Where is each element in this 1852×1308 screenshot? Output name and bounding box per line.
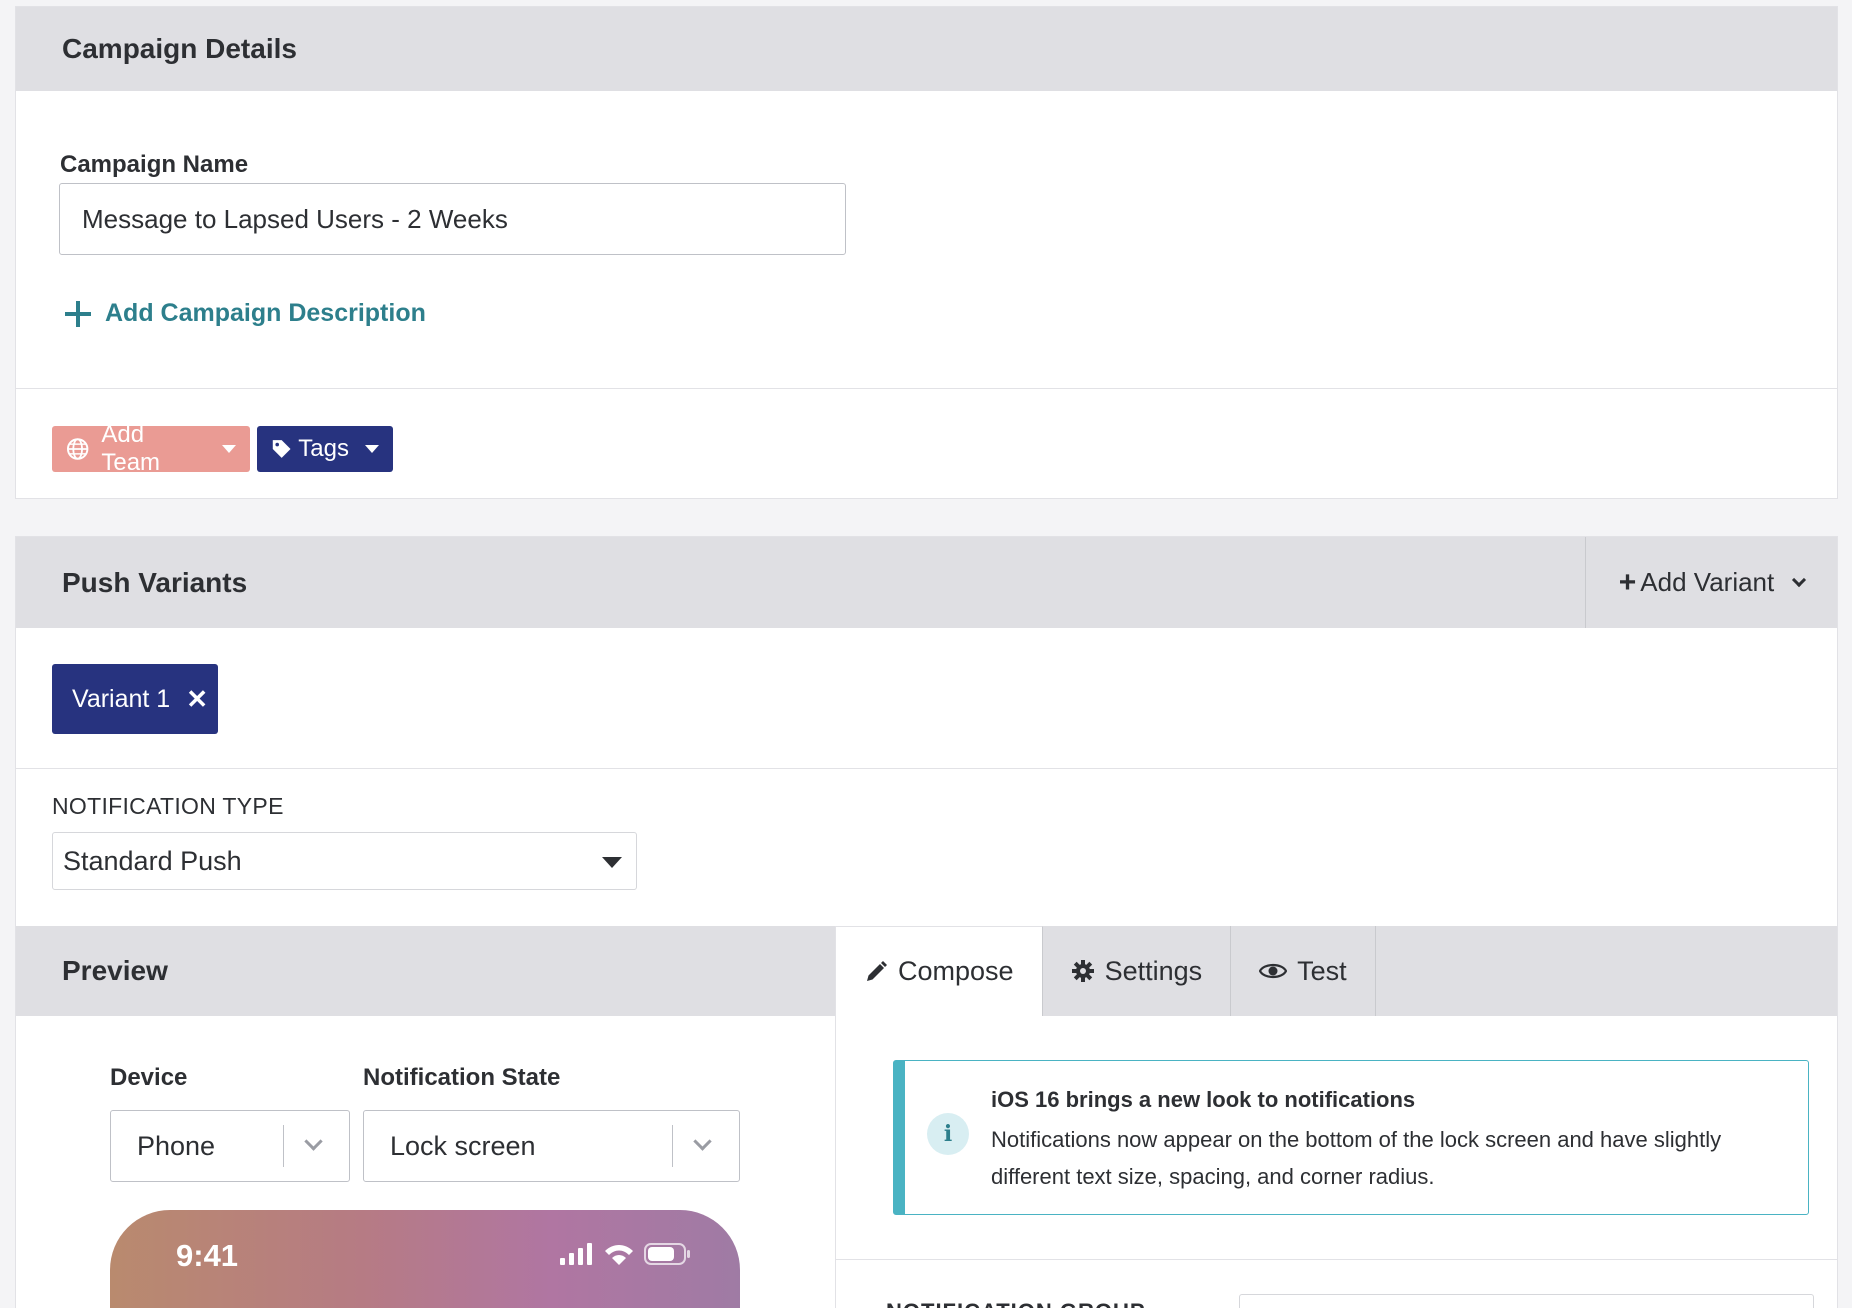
add-variant-button[interactable]: + Add Variant: [1585, 537, 1837, 628]
divider: [835, 1016, 836, 1308]
device-label: Device: [110, 1064, 188, 1091]
notification-state-value: Lock screen: [390, 1130, 536, 1161]
close-icon[interactable]: ✕: [186, 684, 208, 715]
caret-down-icon: [222, 445, 236, 453]
phone-time: 9:41: [176, 1238, 239, 1273]
caret-down-icon: [602, 857, 622, 868]
variant-chip[interactable]: Variant 1 ✕: [52, 664, 218, 734]
ios16-info-callout: i iOS 16 brings a new look to notificati…: [893, 1060, 1809, 1215]
caret-down-icon: [365, 445, 379, 453]
add-team-label: Add Team: [101, 421, 161, 476]
compose-tabs: Compose Settings Test: [835, 926, 1837, 1016]
variant-chip-label: Variant 1: [72, 684, 171, 713]
add-variant-label: Add Variant: [1640, 567, 1775, 597]
gear-icon: [1071, 960, 1094, 982]
notification-type-value: Standard Push: [63, 845, 242, 876]
notification-type-select[interactable]: Standard Push: [52, 832, 637, 890]
tab-compose-label: Compose: [898, 956, 1014, 986]
battery-icon: [644, 1243, 690, 1265]
info-icon: i: [927, 1113, 969, 1155]
notification-state-label: Notification State: [363, 1064, 561, 1091]
info-body: Notifications now appear on the bottom o…: [991, 1127, 1722, 1189]
tag-icon: [272, 440, 291, 458]
add-campaign-description-label: Add Campaign Description: [105, 299, 426, 327]
notification-group-input[interactable]: [1239, 1294, 1814, 1308]
phone-status-bar: [560, 1242, 692, 1266]
tab-settings[interactable]: Settings: [1043, 926, 1232, 1016]
tab-settings-label: Settings: [1104, 955, 1203, 986]
tags-button[interactable]: Tags: [257, 426, 393, 472]
preview-header: Preview: [16, 926, 835, 1016]
plus-icon: [65, 300, 91, 327]
push-variants-card: Push Variants + Add Variant Variant 1 ✕ …: [15, 536, 1838, 1308]
campaign-name-input[interactable]: Message to Lapsed Users - 2 Weeks: [59, 183, 846, 255]
campaign-details-card: Campaign Details Campaign Name Message t…: [15, 6, 1838, 499]
campaign-details-header: Campaign Details: [16, 7, 1837, 91]
campaign-name-label: Campaign Name: [60, 151, 249, 178]
chevron-down-icon: [304, 1132, 323, 1151]
notification-state-select[interactable]: Lock screen: [363, 1110, 740, 1182]
globe-icon: [66, 438, 89, 460]
push-variants-title: Push Variants: [62, 566, 248, 598]
notification-group-label: NOTIFICATION GROUP: [886, 1299, 1146, 1308]
preview-title: Preview: [62, 955, 168, 986]
divider: [283, 1125, 284, 1167]
chevron-down-icon: [693, 1132, 712, 1151]
device-value: Phone: [137, 1130, 216, 1161]
tags-label: Tags: [298, 435, 349, 462]
divider: [672, 1125, 673, 1167]
pencil-icon: [867, 960, 887, 981]
device-select[interactable]: Phone: [110, 1110, 350, 1182]
phone-preview: 9:41: [110, 1210, 740, 1308]
info-title: iOS 16 brings a new look to notification…: [991, 1087, 1416, 1112]
signal-icon: [560, 1243, 592, 1265]
divider: [16, 388, 1837, 389]
add-team-button[interactable]: Add Team: [52, 421, 250, 476]
eye-icon: [1259, 963, 1288, 979]
add-campaign-description-link[interactable]: Add Campaign Description: [65, 299, 426, 328]
campaign-details-title: Campaign Details: [62, 33, 297, 64]
wifi-icon: [605, 1245, 633, 1265]
chevron-down-icon: [1792, 572, 1807, 587]
push-variants-header: Push Variants + Add Variant: [16, 537, 1837, 628]
divider: [836, 1259, 1837, 1260]
tab-compose[interactable]: Compose: [835, 926, 1043, 1016]
tab-test[interactable]: Test: [1231, 926, 1376, 1016]
notification-type-label: NOTIFICATION TYPE: [52, 793, 284, 819]
tab-test-label: Test: [1297, 955, 1347, 986]
plus-icon: +: [1618, 565, 1637, 599]
divider: [16, 768, 1837, 769]
